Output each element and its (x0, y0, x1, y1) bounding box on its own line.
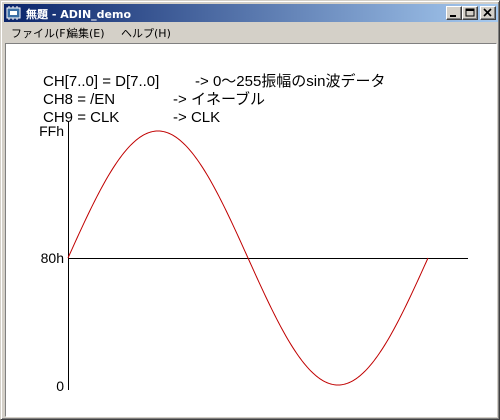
app-window: 無題 - ADIN_demo ファイル(F) 編集(E) ヘルプ(H) CH[7… (0, 0, 500, 420)
minimize-button[interactable] (446, 6, 462, 20)
menu-help[interactable]: ヘルプ(H) (121, 25, 171, 41)
sine-plot: FFh 80h 0 (39, 121, 468, 394)
menu-file[interactable]: ファイル(F) (11, 25, 70, 41)
ytick-label-ffh: FFh (39, 123, 64, 139)
minimize-icon (450, 15, 456, 17)
app-chip-icon (6, 5, 22, 21)
title-bar[interactable]: 無題 - ADIN_demo (4, 4, 498, 22)
ytick-label-80h: 80h (41, 250, 64, 266)
maximize-button[interactable] (462, 6, 478, 20)
menu-edit[interactable]: 編集(E) (67, 25, 105, 41)
window-title: 無題 - ADIN_demo (26, 8, 132, 21)
close-icon (483, 8, 492, 17)
close-button[interactable] (480, 6, 496, 20)
maximize-icon (465, 8, 475, 17)
menu-bar: ファイル(F) 編集(E) ヘルプ(H) (4, 23, 498, 41)
drawing-area[interactable]: CH[7..0] = D[7..0] -> 0～255振幅のsin波データ CH8… (5, 43, 497, 417)
ytick-label-0: 0 (56, 378, 64, 394)
